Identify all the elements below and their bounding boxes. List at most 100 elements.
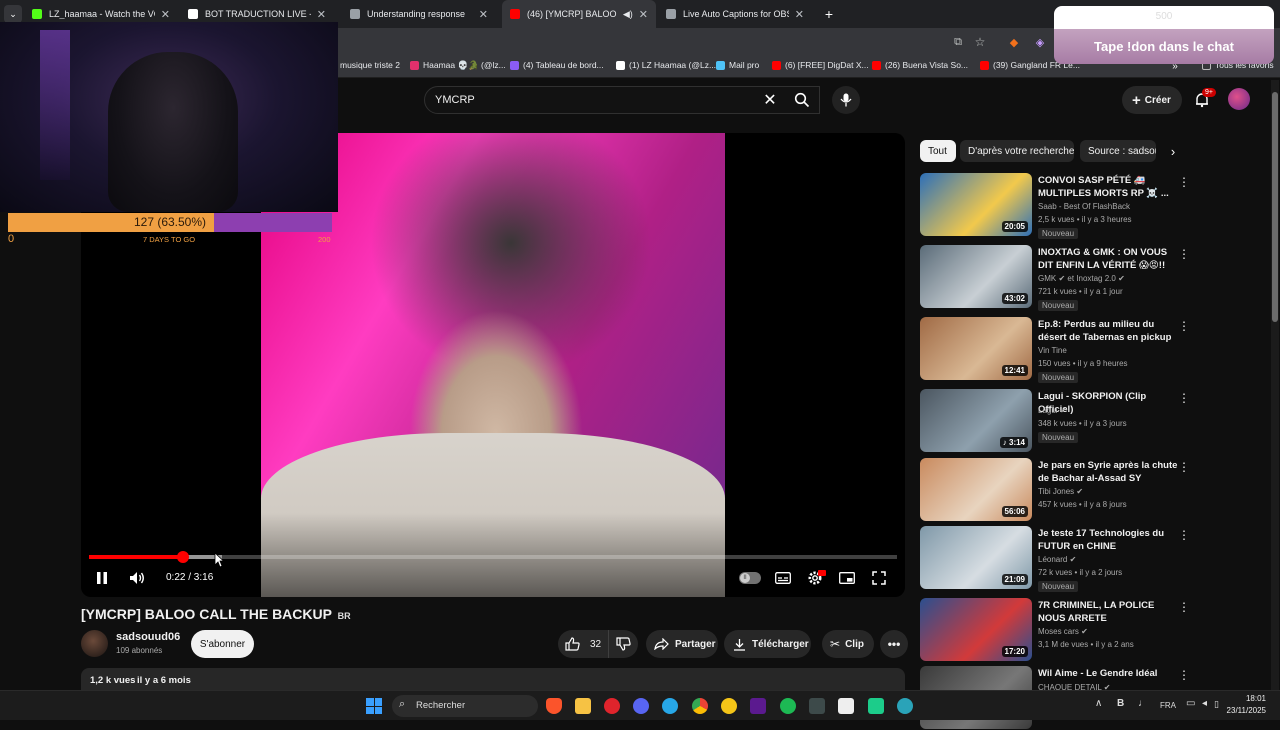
brave-icon[interactable] <box>546 698 562 714</box>
tray-app-icon[interactable]: B <box>1117 698 1124 709</box>
install-app-icon[interactable]: ⧉ <box>950 34 966 50</box>
share-button[interactable]: Partager <box>646 630 718 658</box>
bookmark-item[interactable]: musique triste 2 <box>340 60 400 70</box>
more-options-icon[interactable]: ⋮ <box>1178 528 1190 542</box>
clear-search-icon[interactable]: ✕ <box>760 90 780 110</box>
recommended-video[interactable]: 17:20 7R CRIMINEL, LA POLICE NOUS ARRETE M… <box>920 598 1200 662</box>
app-gray-icon[interactable] <box>809 698 825 714</box>
input-language[interactable]: FRA <box>1160 701 1176 710</box>
channel-name[interactable]: Moses cars ✔ <box>1038 627 1088 636</box>
app-lightning-icon[interactable] <box>604 698 620 714</box>
tab-close-icon[interactable]: ✕ <box>317 8 326 21</box>
progress-scrubber-handle[interactable] <box>176 551 189 563</box>
video-title[interactable]: Je teste 17 Technologies du FUTUR en CHI… <box>1038 527 1184 553</box>
filter-chip[interactable]: Tout <box>920 140 956 162</box>
bookmark-item[interactable]: (4) Tableau de bord... <box>510 60 604 70</box>
app-yellow-icon[interactable] <box>721 698 737 714</box>
search-button[interactable] <box>788 86 816 114</box>
subscribe-button[interactable]: S'abonner <box>191 630 254 658</box>
app-green-icon[interactable] <box>868 698 884 714</box>
miniplayer-button[interactable] <box>837 569 857 587</box>
recommended-video[interactable]: 12:41 Ep.8: Perdus au milieu du désert de… <box>920 317 1200 383</box>
video-thumbnail[interactable]: 17:20 <box>920 598 1032 661</box>
more-options-icon[interactable]: ⋮ <box>1178 460 1190 474</box>
chrome-icon[interactable] <box>692 698 708 714</box>
clock-time[interactable]: 18:01 <box>1236 694 1266 703</box>
video-title[interactable]: 7R CRIMINEL, LA POLICE NOUS ARRETE <box>1038 599 1184 625</box>
video-title[interactable]: Je pars en Syrie après la chute de Bacha… <box>1038 459 1184 485</box>
recommended-video[interactable]: 20:05 CONVOI SASP PÉTÉ 🚑 MULTIPLES MORTS … <box>920 173 1200 239</box>
filter-chip[interactable]: Source : sadsou <box>1080 140 1156 162</box>
recommended-video[interactable]: 43:02 INOXTAG & GMK : ON VOUS DIT ENFIN L… <box>920 245 1200 311</box>
download-button[interactable]: Télécharger <box>724 630 811 658</box>
channel-name[interactable]: Saab - Best Of FlashBack <box>1038 202 1130 211</box>
tab-close-icon[interactable]: ✕ <box>161 8 170 21</box>
bookmark-item[interactable]: (1) LZ Haamaa (@Lz... <box>616 60 716 70</box>
video-title[interactable]: Wil Aime - Le Gendre Idéal <box>1038 667 1184 680</box>
recommended-video[interactable]: 56:06 Je pars en Syrie après la chute de … <box>920 458 1200 522</box>
recommended-video[interactable]: 21:09 Je teste 17 Technologies du FUTUR e… <box>920 526 1200 592</box>
more-options-icon[interactable]: ⋮ <box>1178 319 1190 333</box>
voice-search-button[interactable] <box>832 86 860 114</box>
video-thumbnail[interactable]: 12:41 <box>920 317 1032 380</box>
tray-volume-icon[interactable]: ◂ <box>1202 698 1207 709</box>
tray-network-icon[interactable]: ▭ <box>1186 698 1195 709</box>
file-explorer-icon[interactable] <box>575 698 591 714</box>
tab-close-icon[interactable]: ✕ <box>479 8 488 21</box>
more-options-icon[interactable]: ⋮ <box>1178 175 1190 189</box>
extension-icon[interactable]: ◈ <box>1032 34 1048 50</box>
page-scrollbar-thumb[interactable] <box>1272 92 1278 322</box>
more-options-icon[interactable]: ⋮ <box>1178 600 1190 614</box>
video-thumbnail[interactable]: 20:05 <box>920 173 1032 236</box>
page-scrollbar[interactable] <box>1271 80 1279 690</box>
channel-name[interactable]: sadsouud06 <box>116 631 180 643</box>
video-title[interactable]: Ep.8: Perdus au milieu du désert de Tabe… <box>1038 318 1184 344</box>
video-title[interactable]: INOXTAG & GMK : ON VOUS DIT ENFIN LA VÉR… <box>1038 246 1184 272</box>
telegram-icon[interactable] <box>662 698 678 714</box>
extension-fox-icon[interactable]: ◆ <box>1006 34 1022 50</box>
tab-close-icon[interactable]: ✕ <box>639 8 648 21</box>
tray-mic-icon[interactable]: ♩ <box>1138 698 1148 709</box>
autoplay-toggle[interactable]: II <box>739 572 761 584</box>
pause-button[interactable] <box>93 569 111 587</box>
video-thumbnail[interactable]: 56:06 <box>920 458 1032 521</box>
bookmark-item[interactable]: Mail pro <box>716 60 759 70</box>
browser-tab[interactable]: Understanding response ✕ <box>342 0 496 28</box>
avatar[interactable] <box>1228 88 1250 110</box>
video-thumbnail[interactable]: 21:09 <box>920 526 1032 589</box>
channel-name[interactable]: Vin Tine <box>1038 346 1067 355</box>
capcut-icon[interactable] <box>838 698 854 714</box>
channel-name[interactable]: Lagui ✔ <box>1038 406 1067 415</box>
more-actions-button[interactable]: ••• <box>880 630 908 658</box>
channel-name[interactable]: Léonard ✔ <box>1038 555 1076 564</box>
video-thumbnail[interactable]: 43:02 <box>920 245 1032 308</box>
browser-tab[interactable]: (46) [YMCRP] BALOO CALL ◀) ✕ <box>502 0 656 28</box>
more-options-icon[interactable]: ⋮ <box>1178 247 1190 261</box>
bookmark-item[interactable]: (26) Buena Vista So... <box>872 60 968 70</box>
fullscreen-button[interactable] <box>869 569 889 587</box>
channel-name[interactable]: GMK ✔ et Inoxtag 2.0 ✔ <box>1038 274 1125 283</box>
recommended-video[interactable]: ♪ 3:14 Lagui - SKORPION (Clip Officiel) La… <box>920 389 1200 453</box>
bookmark-star-icon[interactable]: ☆ <box>972 34 988 50</box>
more-options-icon[interactable]: ⋮ <box>1178 668 1190 682</box>
tab-close-icon[interactable]: ✕ <box>795 8 804 21</box>
new-tab-icon[interactable]: + <box>820 5 838 23</box>
progress-bar[interactable] <box>89 551 897 563</box>
tray-overflow-icon[interactable]: ∧ <box>1095 698 1102 709</box>
more-options-icon[interactable]: ⋮ <box>1178 391 1190 405</box>
channel-avatar[interactable] <box>81 630 108 657</box>
video-thumbnail[interactable]: ♪ 3:14 <box>920 389 1032 452</box>
chips-next-icon[interactable]: › <box>1164 142 1182 160</box>
browser-tab[interactable]: Live Auto Captions for OBS & S ✕ <box>658 0 812 28</box>
next-app-icon[interactable] <box>750 698 766 714</box>
tab-search-dropdown-icon[interactable]: ⌄ <box>4 5 22 23</box>
tab-audio-icon[interactable]: ◀) <box>623 9 633 20</box>
tray-battery-icon[interactable]: ▯ <box>1214 699 1219 710</box>
app-globe-icon[interactable] <box>897 698 913 714</box>
clock-date[interactable]: 23/11/2025 <box>1222 706 1266 715</box>
clip-button[interactable]: ✂ Clip <box>822 630 874 658</box>
taskbar-search[interactable]: ⌕ Rechercher <box>392 695 538 717</box>
volume-button[interactable] <box>127 569 147 587</box>
dislike-button[interactable] <box>608 630 638 658</box>
bookmark-item[interactable]: Haamaa 💀🐊 (@lz... <box>410 60 506 71</box>
